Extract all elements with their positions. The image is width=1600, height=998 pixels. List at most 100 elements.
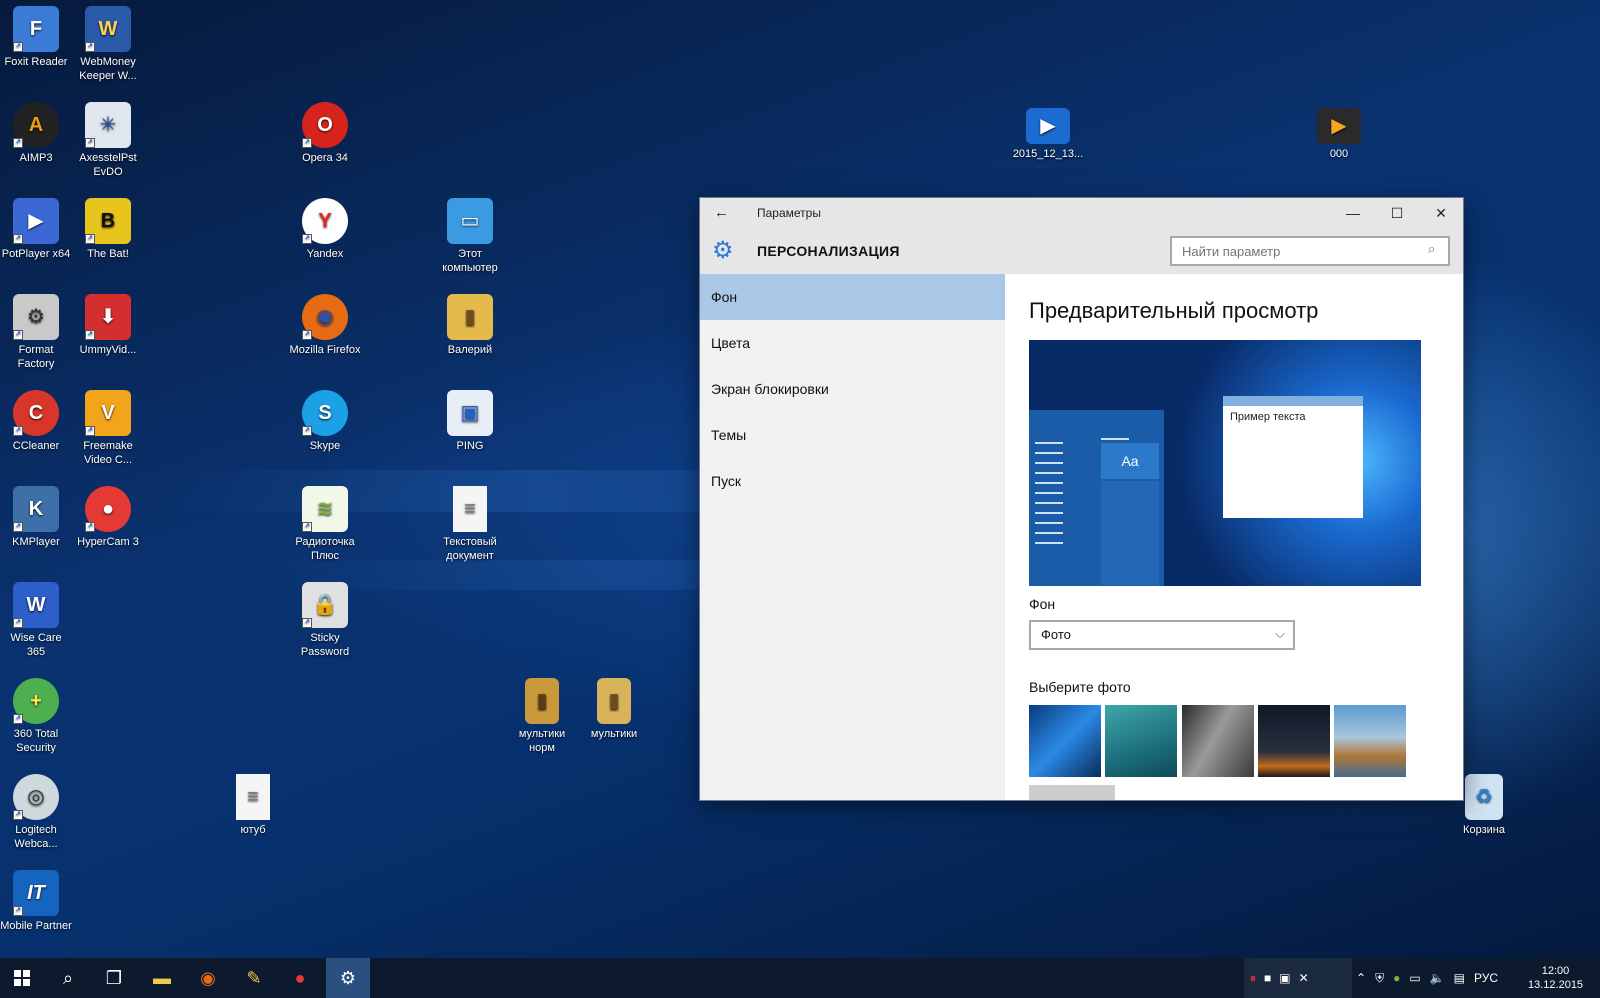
camera-icon[interactable]: ▣ (1279, 971, 1290, 985)
photo-thumbnail-3[interactable] (1182, 705, 1254, 777)
foxit-reader-icon: F ↗ (13, 6, 59, 52)
network-icon[interactable]: ▭ (1409, 971, 1420, 985)
desktop-icon-opera[interactable]: O ↗ Opera 34 (289, 102, 361, 165)
window-title: Параметры (757, 206, 821, 220)
desktop-icon-video-000[interactable]: ▶ 000 (1303, 108, 1375, 161)
background-preview: Aa Пример текста (1029, 340, 1421, 586)
volume-icon[interactable]: 🔈 (1430, 971, 1445, 985)
photo-thumbnail-4[interactable] (1258, 705, 1330, 777)
preview-sample-text: Пример текста (1230, 411, 1306, 423)
desktop-icon-youtube-doc[interactable]: ≡ ютуб (217, 774, 289, 837)
desktop-icon-label: Freemake Video C... (83, 440, 133, 466)
firefox-icon: ◉ (200, 967, 216, 988)
maximize-button[interactable]: ☐ (1375, 198, 1419, 228)
gear-icon: ⚙ (339, 967, 357, 988)
nav-item-background[interactable]: Фон (700, 274, 1005, 320)
recycle-bin-icon: ♻ (1465, 774, 1503, 820)
search-icon[interactable]: ⌕ (1428, 241, 1435, 257)
desktop-icon-mobile-partner[interactable]: IT ↗ Mobile Partner (0, 870, 72, 933)
desktop-icon-label: Wise Care 365 (10, 632, 62, 658)
settings-content: Предварительный просмотр Aa Пример текст… (1005, 274, 1463, 800)
taskbar-explorer[interactable]: ▬ (140, 958, 184, 998)
mobile-partner-icon: IT ↗ (13, 870, 59, 916)
photo-thumbnail-5[interactable] (1334, 705, 1406, 777)
nav-item-colors[interactable]: Цвета (700, 320, 1005, 366)
desktop-icon-360-total-security[interactable]: + ↗ 360 Total Security (0, 678, 72, 755)
nav-item-themes[interactable]: Темы (700, 412, 1005, 458)
preview-tiles (1101, 481, 1159, 585)
desktop-icon-ping[interactable]: ▣ PING (434, 390, 506, 453)
desktop-icon-axesstel[interactable]: ✳ ↗ AxesstelPst EvDO (72, 102, 144, 179)
clock[interactable]: 12:00 13.12.2015 (1528, 958, 1583, 998)
desktop-icon-label: мультики (590, 728, 638, 740)
chevron-up-icon[interactable]: ⌃ (1356, 971, 1366, 985)
minimize-button[interactable]: — (1331, 198, 1375, 228)
pause-icon[interactable]: ⏸ (1250, 971, 1256, 986)
choose-photo-label: Выберите фото (1029, 679, 1131, 695)
page-title: Предварительный просмотр (1029, 298, 1319, 323)
desktop-icon-valeriy[interactable]: ▮ Валерий (434, 294, 506, 357)
desktop-icon-sticky-password[interactable]: 🔒 ↗ Sticky Password (289, 582, 361, 659)
desktop-icon-aimp3[interactable]: A ↗ AIMP3 (0, 102, 72, 165)
desktop-icon-skype[interactable]: S ↗ Skype (289, 390, 361, 453)
desktop-icon-format-factory[interactable]: ⚙ ↗ Format Factory (0, 294, 72, 371)
desktop-icon-text-document[interactable]: ≡ Текстовый документ (434, 486, 506, 563)
search-input[interactable] (1170, 236, 1450, 266)
photo-thumbnail-1[interactable] (1029, 705, 1101, 777)
windows-logo-icon (14, 970, 30, 986)
settings-small-icon[interactable]: ✕ (1299, 971, 1309, 985)
radio-wifi-icon: ≋ ↗ (302, 486, 348, 532)
desktop-icon-potplayer[interactable]: ▶ ↗ PotPlayer x64 (0, 198, 72, 261)
desktop-icon-label: Этот компьютер (442, 248, 498, 274)
desktop-icon-hypercam[interactable]: ● ↗ HyperCam 3 (72, 486, 144, 549)
browse-button[interactable] (1029, 785, 1115, 800)
desktop-icon-wise-care[interactable]: W ↗ Wise Care 365 (0, 582, 72, 659)
close-button[interactable]: ✕ (1419, 198, 1463, 228)
recording-toolbar[interactable]: ⏸ ■ ▣ ✕ (1244, 958, 1352, 998)
desktop-icon-foxit-reader[interactable]: F ↗ Foxit Reader (0, 6, 72, 69)
notification-icon[interactable]: ▤ (1454, 971, 1465, 985)
desktop-icon-freemake[interactable]: V ↗ Freemake Video C... (72, 390, 144, 467)
desktop-icon-label: Format Factory (17, 344, 55, 370)
gear-icon: ⚙ (712, 237, 734, 264)
security-icon[interactable]: ● (1393, 971, 1400, 985)
window-titlebar[interactable]: ← Параметры — ☐ ✕ (700, 198, 1463, 228)
nav-item-lock-screen[interactable]: Экран блокировки (700, 366, 1005, 412)
desktop-icon-webmoney[interactable]: W ↗ WebMoney Keeper W... (72, 6, 144, 83)
taskbar-hypercam[interactable]: ● (278, 958, 322, 998)
desktop-icon-this-pc[interactable]: ▭ Этот компьютер (434, 198, 506, 275)
desktop-icon-yandex[interactable]: Y ↗ Yandex (289, 198, 361, 261)
shield-icon[interactable]: ⛨ (1375, 971, 1384, 986)
desktop-icon-multiki[interactable]: ▮ мультики (578, 678, 650, 741)
nav-item-start[interactable]: Пуск (700, 458, 1005, 504)
video-file-icon: ▶ (1026, 108, 1070, 144)
desktop-icon-label: KMPlayer (12, 536, 60, 548)
desktop-icon-label: Корзина (1463, 824, 1505, 836)
desktop-icon-label: Yandex (306, 248, 344, 260)
desktop-icon-label: AIMP3 (19, 152, 53, 164)
search-button[interactable]: ⌕ (46, 958, 90, 998)
background-select[interactable]: Фото ⌵ (1029, 620, 1295, 650)
desktop-icon-ummyvideo[interactable]: ⬇ ↗ UmmyVid... (72, 294, 144, 357)
task-view-icon: ❐ (105, 967, 123, 988)
desktop-icon-radiotochka[interactable]: ≋ ↗ Радиоточка Плюс (289, 486, 361, 563)
desktop-icon-the-bat[interactable]: B ↗ The Bat! (72, 198, 144, 261)
stop-icon[interactable]: ■ (1264, 971, 1271, 985)
back-arrow-icon[interactable]: ← (714, 204, 729, 221)
taskbar-webmoney[interactable]: ✎ (232, 958, 276, 998)
desktop-icon-label: 2015_12_13... (1012, 148, 1084, 160)
desktop-icon-firefox[interactable]: ◉ ↗ Mozilla Firefox (289, 294, 361, 357)
desktop-icon-video-2015[interactable]: ▶ 2015_12_13... (1012, 108, 1084, 161)
desktop-icon-label: Валерий (447, 344, 493, 356)
taskbar-settings[interactable]: ⚙ (326, 958, 370, 998)
photo-thumbnail-2[interactable] (1105, 705, 1177, 777)
taskbar-firefox[interactable]: ◉ (186, 958, 230, 998)
task-view-button[interactable]: ❐ (92, 958, 136, 998)
language-indicator[interactable]: РУС (1474, 971, 1498, 985)
desktop-icon-kmplayer[interactable]: K ↗ KMPlayer (0, 486, 72, 549)
desktop-icon-logitech[interactable]: ◎ ↗ Logitech Webca... (0, 774, 72, 851)
desktop-icon-multiki-norm[interactable]: ▮ мультики норм (506, 678, 578, 755)
start-button[interactable] (0, 958, 44, 998)
axesstel-icon: ✳ ↗ (85, 102, 131, 148)
desktop-icon-ccleaner[interactable]: C ↗ CCleaner (0, 390, 72, 453)
